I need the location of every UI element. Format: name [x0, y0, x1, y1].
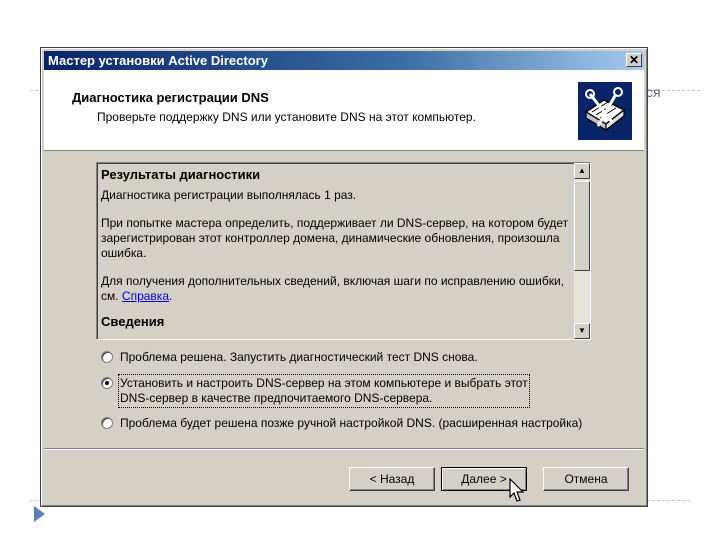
wizard-header: Диагностика регистрации DNS Проверьте по… — [44, 70, 644, 151]
results-error-text: При попытке мастера определить, поддержи… — [101, 216, 569, 260]
radio-manual-later[interactable] — [101, 417, 113, 429]
scroll-thumb[interactable] — [574, 181, 590, 271]
page-subtitle: Проверьте поддержку DNS или установите D… — [97, 110, 476, 124]
option-label: Проблема решена. Запустить диагностическ… — [120, 350, 478, 364]
option-label: Проблема будет решена позже ручной настр… — [120, 416, 583, 430]
book-tools-icon — [578, 82, 632, 140]
scroll-down-button[interactable]: ▼ — [574, 323, 590, 339]
slide-text-fragment: ся — [646, 84, 661, 100]
vertical-scrollbar[interactable]: ▲ ▼ — [574, 163, 590, 339]
mouse-cursor-icon — [509, 477, 525, 509]
help-link[interactable]: Справка — [122, 289, 169, 303]
results-help-text: Для получения дополнительных сведений, в… — [101, 274, 565, 303]
diagnostics-results-box[interactable]: Результаты диагностики Диагностика регис… — [96, 162, 591, 340]
title-bar[interactable]: Мастер установки Active Directory ✕ — [44, 51, 644, 70]
back-button[interactable]: < Назад — [349, 467, 435, 491]
details-heading: Сведения — [101, 314, 165, 329]
wizard-window: Мастер установки Active Directory ✕ Диаг… — [40, 47, 648, 507]
window-title: Мастер установки Active Directory — [48, 53, 268, 68]
slide-bullet-icon — [34, 506, 45, 522]
option-label: Установить и настроить DNS-сервер на это… — [118, 374, 530, 408]
cancel-button[interactable]: Отмена — [543, 467, 629, 491]
page-title: Диагностика регистрации DNS — [72, 90, 269, 105]
radio-install-dns[interactable] — [101, 377, 113, 389]
close-button[interactable]: ✕ — [626, 53, 642, 67]
results-heading: Результаты диагностики — [101, 167, 261, 182]
scroll-up-button[interactable]: ▲ — [574, 163, 590, 179]
footer-separator — [44, 448, 644, 450]
radio-problem-solved[interactable] — [101, 351, 113, 363]
results-run-count: Диагностика регистрации выполнялась 1 ра… — [101, 188, 357, 202]
results-content: Результаты диагностики Диагностика регис… — [101, 167, 571, 329]
